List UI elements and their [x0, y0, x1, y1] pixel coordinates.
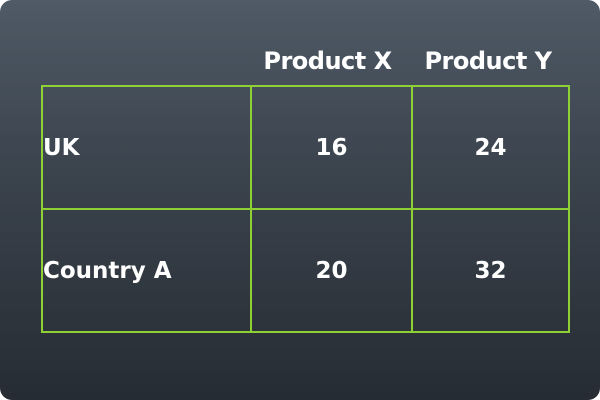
cell-country-a-product-y: 32 — [411, 208, 570, 333]
table-row-country-a: Country A 20 32 — [41, 208, 570, 333]
table-row-uk: UK 16 24 — [41, 85, 570, 210]
data-table: UK 16 24 Country A 20 32 — [41, 85, 570, 333]
row-label-uk: UK — [41, 85, 252, 210]
column-header-product-x: Product X — [263, 47, 392, 75]
slide-background: Product X Product Y UK 16 24 Country A 2… — [0, 0, 600, 400]
cell-uk-product-x: 16 — [250, 85, 413, 210]
cell-uk-product-y: 24 — [411, 85, 570, 210]
cell-country-a-product-x: 20 — [250, 208, 413, 333]
column-header-product-y: Product Y — [424, 47, 552, 75]
row-label-country-a: Country A — [41, 208, 252, 333]
